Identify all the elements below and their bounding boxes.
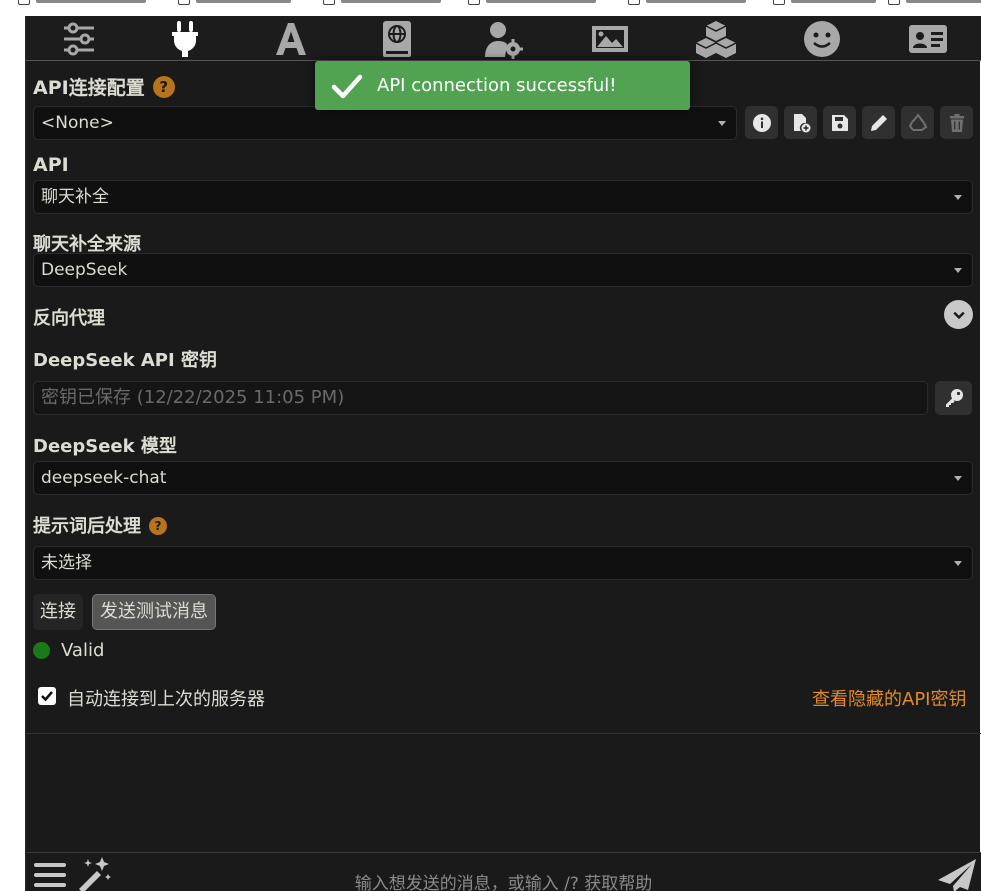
profile-save-button[interactable]: [823, 106, 856, 139]
prompt-post-value: 未选择: [41, 553, 92, 573]
divider: [26, 733, 981, 734]
face-smile-icon: [803, 20, 840, 57]
chevron-down-icon: [718, 121, 726, 126]
send-test-message-button[interactable]: 发送测试消息: [92, 594, 216, 630]
recycle-icon: [908, 112, 927, 131]
bookmark-item[interactable]: [628, 0, 746, 5]
manage-keys-button[interactable]: [935, 381, 972, 415]
trash-icon: [949, 113, 964, 132]
prompt-post-label: 提示词后处理: [33, 516, 141, 537]
api-label: API: [33, 154, 69, 176]
sliders-icon: [64, 22, 95, 55]
prompt-post-select[interactable]: 未选择: [33, 546, 973, 580]
nav-ai-response-config[interactable]: [26, 16, 132, 61]
floppy-disk-icon: [831, 114, 848, 131]
profile-rename-button[interactable]: [862, 106, 895, 139]
profile-reload-button[interactable]: [901, 106, 934, 139]
model-value: deepseek-chat: [41, 468, 167, 488]
checkmark-icon: [331, 74, 363, 98]
auto-connect-label: 自动连接到上次的服务器: [67, 689, 265, 710]
api-select[interactable]: 聊天补全: [33, 180, 973, 214]
nav-backgrounds[interactable]: [556, 16, 662, 61]
api-profile-label: API连接配置: [33, 77, 145, 99]
auto-connect-checkbox[interactable]: [38, 687, 56, 705]
connect-button[interactable]: 连接: [33, 594, 83, 630]
nav-world-info[interactable]: [344, 16, 450, 61]
chevron-down-icon: [954, 561, 962, 566]
id-card-icon: [908, 24, 947, 53]
font-icon: [276, 22, 307, 55]
reverse-proxy-label: 反向代理: [33, 308, 105, 329]
nav-formatting[interactable]: [238, 16, 344, 61]
api-profile-heading: API连接配置?: [33, 73, 175, 100]
profile-create-button[interactable]: [784, 106, 817, 139]
nav-extensions[interactable]: [663, 16, 769, 61]
nav-api-connections[interactable]: [132, 16, 238, 61]
profile-info-button[interactable]: [745, 106, 778, 139]
model-label: DeepSeek 模型: [33, 436, 177, 457]
api-profile-value: <None>: [41, 113, 114, 133]
key-icon: [945, 389, 963, 407]
book-globe-icon: [383, 20, 412, 57]
bookmark-item[interactable]: [773, 0, 876, 5]
profile-delete-button[interactable]: [940, 106, 973, 139]
bookmark-item[interactable]: [323, 0, 441, 5]
check-icon: [41, 691, 53, 702]
chevron-down-icon: [954, 476, 962, 481]
chat-source-select[interactable]: DeepSeek: [33, 253, 973, 287]
chevron-down-icon: [954, 195, 962, 200]
chat-input[interactable]: 输入想发送的消息，或输入 /? 获取帮助: [26, 869, 981, 891]
success-toast[interactable]: API connection successful!: [315, 61, 690, 110]
api-connections-panel: API连接配置? <None> API 聊天补全 聊天补全来源 DeepSeek…: [25, 16, 981, 891]
info-icon: [752, 113, 771, 132]
api-profile-select[interactable]: <None>: [33, 106, 737, 140]
api-value: 聊天补全: [41, 187, 109, 207]
bookmark-item[interactable]: [888, 0, 981, 5]
top-icon-nav: [26, 16, 981, 61]
chevron-down-icon: [952, 311, 965, 319]
bookmark-item[interactable]: [468, 0, 596, 5]
help-icon[interactable]: ?: [149, 517, 167, 535]
view-hidden-keys-link[interactable]: 查看隐藏的API密钥: [812, 685, 966, 711]
pencil-icon: [870, 114, 887, 131]
status-text: Valid: [61, 640, 105, 661]
cubes-icon: [695, 20, 736, 58]
help-icon[interactable]: ?: [152, 76, 175, 98]
api-key-input[interactable]: 密钥已保存 (12/22/2025 11:05 PM): [33, 381, 928, 415]
chat-source-value: DeepSeek: [41, 260, 128, 280]
image-icon: [591, 25, 628, 52]
reverse-proxy-toggle[interactable]: [944, 300, 973, 329]
bookmark-item[interactable]: [178, 0, 291, 5]
plug-icon: [172, 20, 199, 57]
chevron-down-icon: [954, 268, 962, 273]
bookmark-item[interactable]: [18, 0, 146, 5]
paper-plane-icon: [938, 859, 976, 891]
model-select[interactable]: deepseek-chat: [33, 461, 973, 495]
prompt-post-heading: 提示词后处理?: [33, 512, 167, 538]
chat-input-bar: 输入想发送的消息，或输入 /? 获取帮助: [26, 852, 981, 891]
nav-persona[interactable]: [769, 16, 875, 61]
send-button[interactable]: [936, 858, 978, 891]
toast-message: API connection successful!: [377, 75, 617, 96]
api-key-label: DeepSeek API 密钥: [33, 350, 217, 371]
nav-user-settings[interactable]: [450, 16, 556, 61]
user-gear-icon: [485, 21, 524, 59]
nav-character-management[interactable]: [875, 16, 981, 61]
file-plus-icon: [793, 113, 810, 132]
bookmarks-strip: [0, 0, 981, 16]
status-indicator-dot: [33, 642, 50, 659]
